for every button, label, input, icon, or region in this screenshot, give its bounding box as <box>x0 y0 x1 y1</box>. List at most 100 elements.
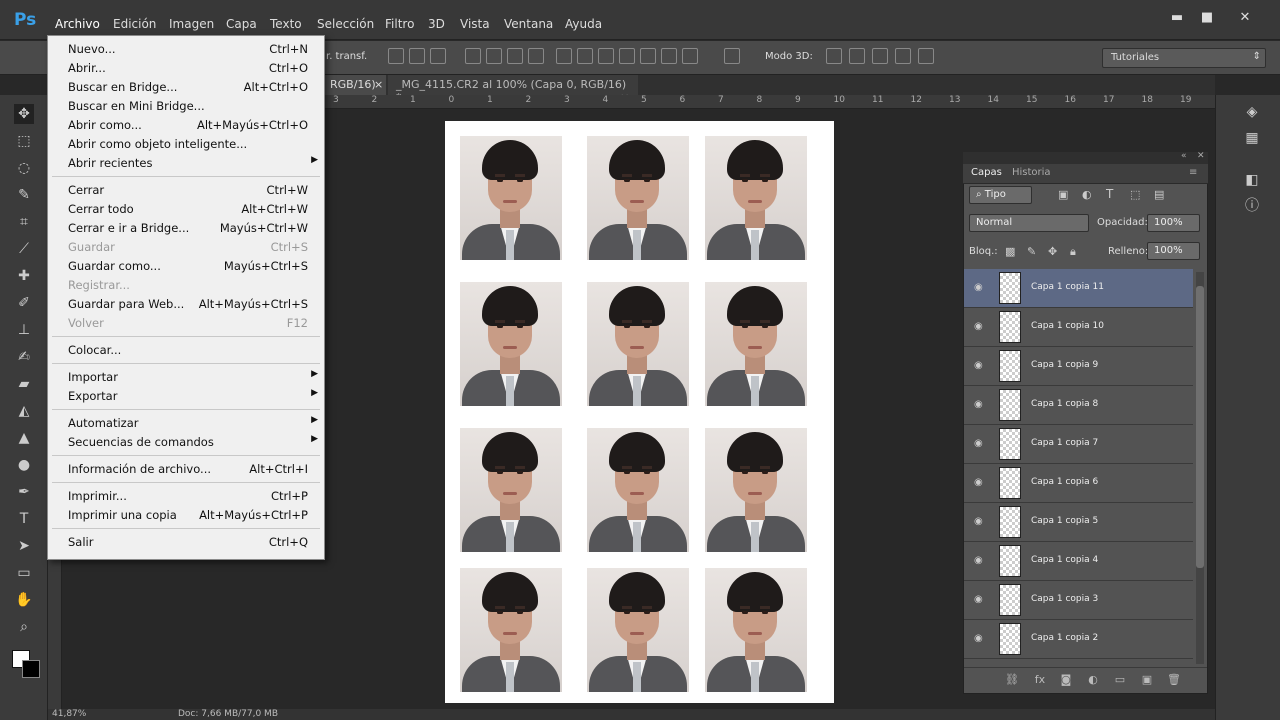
layer-filter-select[interactable]: ⌕ Tipo <box>969 186 1032 204</box>
menu-item-nuevo[interactable]: Nuevo... Ctrl+N <box>68 40 308 59</box>
menu-item-guardar-para-web[interactable]: Guardar para Web... Alt+Mayús+Ctrl+S <box>68 295 308 314</box>
workspace-select[interactable]: Tutoriales ⇕ <box>1102 48 1266 68</box>
info-icon[interactable]: ⓘ <box>1243 197 1261 215</box>
path-select-icon[interactable]: ➤ <box>14 536 34 556</box>
menu-vista[interactable]: Vista <box>460 17 490 31</box>
opacity-field[interactable]: 100% <box>1147 214 1200 232</box>
visibility-eye-icon[interactable]: ◉ <box>974 555 986 567</box>
trash-icon[interactable]: 🗑︎ <box>1166 672 1182 688</box>
zoom-tool-icon[interactable]: ⌕ <box>14 617 34 637</box>
menu-item-buscar-en-bridge[interactable]: Buscar en Bridge... Alt+Ctrl+O <box>68 78 308 97</box>
menu-item-abrir-como[interactable]: Abrir como... Alt+Mayús+Ctrl+O <box>68 116 308 135</box>
align-distribute-icon[interactable] <box>507 48 523 64</box>
menu-item-cerrar-todo[interactable]: Cerrar todo Alt+Ctrl+W <box>68 200 308 219</box>
visibility-eye-icon[interactable]: ◉ <box>974 516 986 528</box>
visibility-eye-icon[interactable]: ◉ <box>974 438 986 450</box>
menu-filtro[interactable]: Filtro <box>385 17 414 31</box>
menu-item-abrir-recientes[interactable]: Abrir recientes ▶ <box>68 154 318 173</box>
menu-item-exportar[interactable]: Exportar ▶ <box>68 387 318 406</box>
show-transform-label[interactable]: r. transf. <box>326 51 367 62</box>
menu-item-secuencias-de-comandos[interactable]: Secuencias de comandos ▶ <box>68 433 318 452</box>
align-distribute-icon[interactable] <box>409 48 425 64</box>
auto-align-icon[interactable] <box>724 48 740 64</box>
lock-paint-icon[interactable]: ✎ <box>1027 245 1036 258</box>
pen-tool-icon[interactable]: ✒ <box>14 482 34 502</box>
menu-item-colocar[interactable]: Colocar... <box>68 341 308 360</box>
shape-tool-icon[interactable]: ▭ <box>14 563 34 583</box>
layer-row[interactable]: ◉ Capa 1 copia 2 <box>964 620 1193 659</box>
swatches-icon[interactable]: ▦ <box>1243 129 1261 147</box>
menu-texto[interactable]: Texto <box>270 17 302 31</box>
menu-imagen[interactable]: Imagen <box>169 17 214 31</box>
brush-tool-icon[interactable]: ✐ <box>14 293 34 313</box>
layer-row[interactable]: ◉ Capa 1 copia 9 <box>964 347 1193 386</box>
quick-select-tool-icon[interactable]: ✎ <box>14 185 34 205</box>
fx-icon[interactable]: fx <box>1032 672 1048 688</box>
menu-ventana[interactable]: Ventana <box>504 17 553 31</box>
layer-row[interactable]: ◉ Capa 1 copia 10 <box>964 308 1193 347</box>
adjustments-icon[interactable]: ◧ <box>1243 171 1261 189</box>
layer-row[interactable]: ◉ Capa 1 copia 5 <box>964 503 1193 542</box>
menu-archivo[interactable]: Archivo <box>55 17 100 31</box>
crop-tool-icon[interactable]: ⌗ <box>14 212 34 232</box>
lock-all-icon[interactable]: 🔒︎ <box>1070 245 1076 259</box>
healing-tool-icon[interactable]: ✚ <box>14 266 34 286</box>
lasso-tool-icon[interactable]: ◌ <box>14 158 34 178</box>
paint-bucket-icon[interactable]: ◭ <box>14 401 34 421</box>
menu-capa[interactable]: Capa <box>226 17 257 31</box>
dodge-tool-icon[interactable]: ● <box>14 455 34 475</box>
tab-document-2[interactable]: _MG_4115.CR2 al 100% (Capa 0, RGB/16) * … <box>388 75 638 104</box>
menu-item-imprimir[interactable]: Imprimir... Ctrl+P <box>68 487 308 506</box>
menu-item-buscar-en-mini-bridge[interactable]: Buscar en Mini Bridge... <box>68 97 308 116</box>
palette-icon[interactable]: ◈ <box>1243 103 1261 121</box>
layer-row[interactable]: ◉ Capa 1 copia 3 <box>964 581 1193 620</box>
close-panel-icon[interactable]: ✕ <box>1197 151 1205 161</box>
eyedropper-tool-icon[interactable]: ⟋ <box>14 239 34 259</box>
filter-smart-icon[interactable]: ▤ <box>1154 188 1164 201</box>
align-distribute-icon[interactable] <box>556 48 572 64</box>
visibility-eye-icon[interactable]: ◉ <box>974 282 986 294</box>
layers-scrollbar-thumb[interactable] <box>1196 286 1204 568</box>
fill-field[interactable]: 100% <box>1147 242 1200 260</box>
align-distribute-icon[interactable] <box>682 48 698 64</box>
3d-mode-icon[interactable] <box>918 48 934 64</box>
close-button[interactable]: ✕ <box>1231 10 1259 26</box>
stamp-tool-icon[interactable]: ⊥ <box>14 320 34 340</box>
new-layer-icon[interactable]: ▣ <box>1139 672 1155 688</box>
tab-document-1[interactable]: RGB/16) × <box>322 75 386 95</box>
visibility-eye-icon[interactable]: ◉ <box>974 360 986 372</box>
panel-menu-icon[interactable]: ≡ <box>1189 167 1197 178</box>
tab-close-icon[interactable]: × <box>374 78 383 91</box>
menu-item-guardar[interactable]: Guardar Ctrl+S <box>68 238 308 257</box>
layer-row[interactable]: ◉ Capa 1 copia 4 <box>964 542 1193 581</box>
align-distribute-icon[interactable] <box>619 48 635 64</box>
3d-mode-icon[interactable] <box>849 48 865 64</box>
history-brush-icon[interactable]: ✍ <box>14 347 34 367</box>
visibility-eye-icon[interactable]: ◉ <box>974 399 986 411</box>
align-distribute-icon[interactable] <box>465 48 481 64</box>
tab-capas[interactable]: Capas <box>971 167 1002 178</box>
type-tool-icon[interactable]: T <box>14 509 34 529</box>
menu-item-cerrar[interactable]: Cerrar Ctrl+W <box>68 181 308 200</box>
marquee-tool-icon[interactable]: ⬚ <box>14 131 34 151</box>
collapse-icon[interactable]: « <box>1181 151 1187 161</box>
layer-row[interactable]: ◉ Capa 1 copia 6 <box>964 464 1193 503</box>
align-distribute-icon[interactable] <box>661 48 677 64</box>
hand-tool-icon[interactable]: ✋ <box>14 590 34 610</box>
menu-item-volver[interactable]: Volver F12 <box>68 314 308 333</box>
menu-item-registrar[interactable]: Registrar... <box>68 276 308 295</box>
eraser-tool-icon[interactable]: ▰ <box>14 374 34 394</box>
align-distribute-icon[interactable] <box>486 48 502 64</box>
menu-item-abrir-como-objeto-inteligente[interactable]: Abrir como objeto inteligente... <box>68 135 308 154</box>
tab-historia[interactable]: Historia <box>1012 167 1051 178</box>
menu-item-imprimir-una-copia[interactable]: Imprimir una copia Alt+Mayús+Ctrl+P <box>68 506 308 525</box>
visibility-eye-icon[interactable]: ◉ <box>974 633 986 645</box>
minimize-button[interactable]: ▬ <box>1163 10 1191 26</box>
menu-item-automatizar[interactable]: Automatizar ▶ <box>68 414 318 433</box>
menu-item-salir[interactable]: Salir Ctrl+Q <box>68 533 308 552</box>
align-distribute-icon[interactable] <box>430 48 446 64</box>
menu-item-informacion-de-archivo[interactable]: Información de archivo... Alt+Ctrl+I <box>68 460 308 479</box>
align-distribute-icon[interactable] <box>640 48 656 64</box>
background-color-swatch[interactable] <box>22 660 40 678</box>
move-tool-icon[interactable]: ✥ <box>14 104 34 124</box>
